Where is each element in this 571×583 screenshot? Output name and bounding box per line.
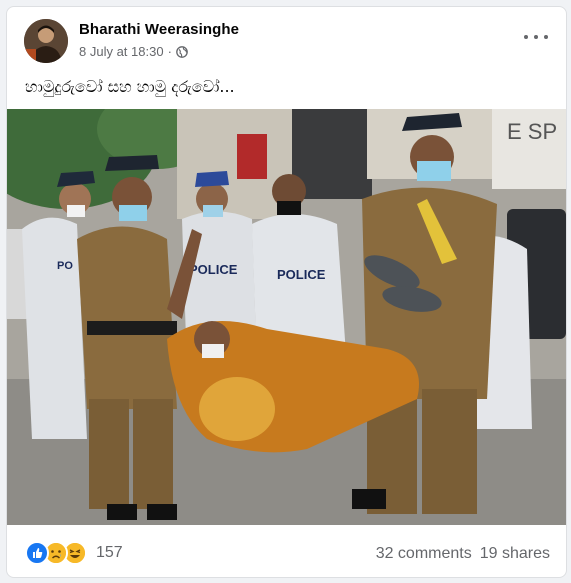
shop-sign-text: E SP	[507, 119, 557, 144]
post-meta: 8 July at 18:30 ·	[79, 44, 188, 59]
meta-separator: ·	[167, 44, 172, 59]
post-timestamp[interactable]: 8 July at 18:30	[79, 44, 164, 59]
police-label-center-left: POLICE	[189, 262, 238, 277]
post-header: Bharathi Weerasinghe 8 July at 18:30 ·	[7, 7, 566, 71]
author-avatar[interactable]	[24, 19, 68, 63]
author-name[interactable]: Bharathi Weerasinghe	[79, 21, 239, 38]
dot	[524, 35, 528, 39]
post-caption: හාමුදුරුවෝ සහ හාමු දරුවෝ...	[25, 77, 235, 96]
dot	[544, 35, 548, 39]
reactions-summary[interactable]: 157	[25, 541, 123, 565]
post-footer: 157 32 comments 19 shares	[7, 527, 566, 577]
engagement-stats: 32 comments 19 shares	[376, 545, 550, 563]
like-icon[interactable]	[25, 541, 49, 565]
shares-count[interactable]: 19 shares	[480, 545, 550, 563]
post-photo[interactable]: E SP PO POLICE POLICE	[7, 109, 566, 525]
dot	[534, 35, 538, 39]
comments-count[interactable]: 32 comments	[376, 545, 472, 563]
globe-icon	[176, 45, 188, 58]
more-options-icon[interactable]	[524, 29, 548, 45]
reaction-count[interactable]: 157	[96, 544, 123, 562]
post-card: Bharathi Weerasinghe 8 July at 18:30 · හ…	[6, 6, 567, 578]
police-label-center: POLICE	[277, 267, 326, 282]
police-label-left: PO	[57, 260, 73, 272]
